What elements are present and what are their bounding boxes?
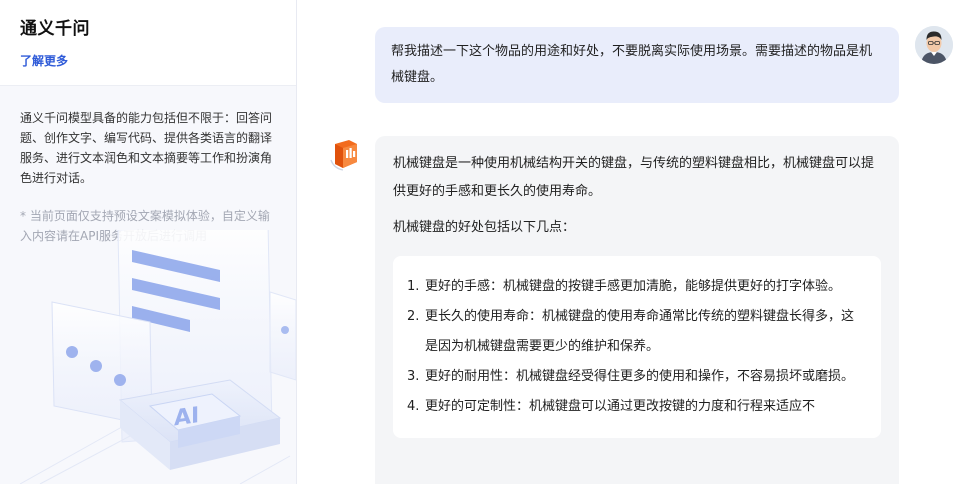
qwen-logo-icon [329,138,359,172]
app-window: 通义千问 了解更多 通义千问模型具备的能力包括但不限于：回答问题、创作文字、编写… [0,0,962,484]
chat-area: 帮我描述一下这个物品的用途和好处，不要脱离实际使用场景。需要描述的物品是机械键盘… [297,0,962,484]
list-item-number: 3. [407,369,420,384]
bot-message-bubble: 机械键盘是一种使用机械结构开关的键盘，与传统的塑料键盘相比，机械键盘可以提供更好… [375,136,899,484]
list-item-number: 1. [407,279,420,294]
list-item-number: 2. [407,309,420,324]
sidebar: 通义千问 了解更多 通义千问模型具备的能力包括但不限于：回答问题、创作文字、编写… [0,0,297,484]
illustration-ai-label: AI [174,402,199,431]
app-title: 通义千问 [20,19,90,39]
list-item-text: 更好的耐用性：机械键盘经受得住更多的使用和操作，不容易损坏或磨损。 [425,369,855,384]
bot-paragraph-benefits-heading: 机械键盘的好处包括以下几点： [393,220,576,235]
list-item-number: 4. [407,399,420,414]
model-intro-text: 通义千问模型具备的能力包括但不限于：回答问题、创作文字、编写代码、提供各类语言的… [20,111,273,185]
list-item: 2. 更长久的使用寿命：机械键盘的使用寿命通常比传统的塑料键盘长得多，这是因为机… [407,302,865,362]
bot-paragraph-intro: 机械键盘是一种使用机械结构开关的键盘，与传统的塑料键盘相比，机械键盘可以提供更好… [393,156,875,199]
user-avatar-icon [915,26,953,64]
ai-chat-illustration: AI [19,230,296,484]
learn-more-link[interactable]: 了解更多 [20,52,68,69]
list-item-text: 更长久的使用寿命：机械键盘的使用寿命通常比传统的塑料键盘长得多，这是因为机械键盘… [425,309,855,354]
user-message-bubble: 帮我描述一下这个物品的用途和好处，不要脱离实际使用场景。需要描述的物品是机械键盘… [375,27,899,103]
list-item: 3. 更好的耐用性：机械键盘经受得住更多的使用和操作，不容易损坏或磨损。 [407,362,865,392]
list-item: 1. 更好的手感：机械键盘的按键手感更加清脆，能够提供更好的打字体验。 [407,272,865,302]
list-item-text: 更好的可定制性：机械键盘可以通过更改按键的力度和行程来适应不 [425,399,816,414]
list-item-text: 更好的手感：机械键盘的按键手感更加清脆，能够提供更好的打字体验。 [425,279,842,294]
list-item: 4. 更好的可定制性：机械键盘可以通过更改按键的力度和行程来适应不 [407,392,865,422]
benefits-list: 1. 更好的手感：机械键盘的按键手感更加清脆，能够提供更好的打字体验。 2. 更… [393,256,881,438]
sidebar-header: 通义千问 了解更多 [0,0,296,86]
